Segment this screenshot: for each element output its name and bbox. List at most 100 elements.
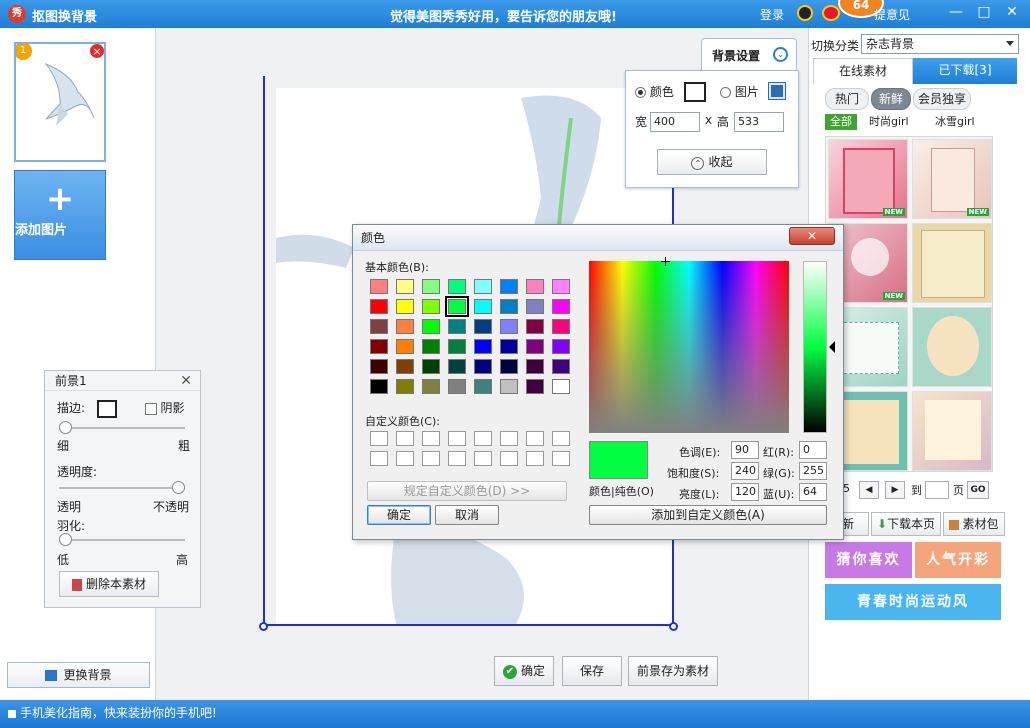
download-page-button[interactable]: ⬇下载本页 [871,512,941,536]
material-thumbnail[interactable] [912,391,992,471]
resize-handle-bottom-right[interactable] [669,622,678,631]
collapse-button[interactable]: ⌃ 收起 [657,149,767,175]
blue-input[interactable]: 64 [799,483,827,501]
weibo-icon[interactable] [822,5,840,21]
prev-page-button[interactable]: ◀ [859,481,879,499]
custom-color-swatch[interactable] [396,431,414,446]
page-input[interactable] [925,481,949,499]
basic-color-swatch[interactable] [526,299,544,314]
login-link[interactable]: 登录 [760,6,784,23]
basic-color-swatch[interactable] [500,299,518,314]
basic-color-swatch[interactable] [474,379,492,394]
tab-online-materials[interactable]: 在线素材 [813,58,913,84]
tag-ice-girl[interactable]: 冰雪girl [935,114,975,130]
qq-icon[interactable] [797,5,813,21]
image-radio[interactable] [720,87,731,98]
basic-color-swatch[interactable] [474,299,492,314]
subtab-vip[interactable]: 会员独享 [913,88,971,110]
luminance-arrow-icon[interactable] [829,341,835,353]
basic-color-swatch[interactable] [448,359,466,374]
opacity-slider-knob[interactable] [172,481,185,494]
custom-color-swatch[interactable] [500,431,518,446]
material-thumbnail[interactable]: NEW [912,139,992,219]
tag-fashion-girl[interactable]: 时尚girl [869,114,909,130]
color-spectrum-picker[interactable] [589,261,789,433]
basic-color-swatch[interactable] [448,379,466,394]
basic-color-swatch[interactable] [396,379,414,394]
feather-slider-knob[interactable] [59,533,72,546]
feedback-link[interactable]: 提意见 [874,6,910,23]
basic-color-swatch[interactable] [422,339,440,354]
custom-color-swatch[interactable] [474,431,492,446]
subtab-hot[interactable]: 热门 [825,88,869,110]
chevron-down-icon[interactable]: ⌄ [773,47,788,62]
basic-color-swatch[interactable] [526,319,544,334]
basic-color-swatch[interactable] [500,319,518,334]
basic-color-swatch[interactable] [396,319,414,334]
add-to-custom-colors-button[interactable]: 添加到自定义颜色(A) [589,505,827,525]
basic-color-swatch[interactable] [474,359,492,374]
maximize-button[interactable]: □ [976,5,992,21]
close-icon[interactable]: ✕ [180,373,192,389]
basic-color-swatch[interactable] [526,279,544,294]
foreground-thumbnail[interactable]: 1 × [14,42,106,162]
basic-color-swatch[interactable] [422,379,440,394]
basic-color-swatch[interactable] [396,299,414,314]
basic-color-swatch[interactable] [500,359,518,374]
custom-color-swatch[interactable] [396,451,414,466]
custom-color-swatch[interactable] [526,431,544,446]
feather-slider[interactable] [59,533,185,546]
shadow-checkbox[interactable] [144,402,157,415]
material-thumbnail[interactable] [912,307,992,387]
custom-color-swatch[interactable] [370,431,388,446]
basic-color-swatch[interactable] [500,339,518,354]
category-select[interactable]: 杂志背景 [861,34,1019,54]
promo-youth-sports[interactable]: 青春时尚运动风 [825,584,1001,620]
basic-color-swatch[interactable] [396,339,414,354]
height-input[interactable]: 533 [734,112,784,132]
basic-color-swatch[interactable] [552,379,570,394]
basic-color-swatch[interactable] [552,279,570,294]
custom-color-swatch[interactable] [500,451,518,466]
crosshair-icon[interactable] [661,257,670,266]
hue-input[interactable]: 90 [731,441,759,459]
basic-color-swatch[interactable] [552,299,570,314]
saturation-input[interactable]: 240 [731,462,759,480]
basic-color-swatch[interactable] [370,379,388,394]
ok-button[interactable]: ✔ 确定 [494,656,554,686]
stroke-color-swatch[interactable] [96,399,117,418]
custom-color-swatch[interactable] [448,451,466,466]
basic-color-swatch[interactable] [370,339,388,354]
basic-color-swatch[interactable] [370,359,388,374]
basic-color-swatch[interactable] [370,319,388,334]
basic-color-swatch[interactable] [500,379,518,394]
custom-color-swatch[interactable] [552,451,570,466]
width-input[interactable]: 400 [650,112,700,132]
dialog-cancel-button[interactable]: 取消 [435,505,499,525]
background-color-swatch[interactable] [684,82,706,102]
background-settings-tab[interactable]: 背景设置 ⌄ [701,38,797,72]
basic-color-swatch[interactable] [422,279,440,294]
dialog-ok-button[interactable]: 确定 [367,505,431,525]
dialog-close-button[interactable]: ✕ [789,227,835,245]
stroke-slider[interactable] [59,421,185,434]
basic-color-swatch[interactable] [474,339,492,354]
basic-color-swatch[interactable] [500,279,518,294]
basic-color-swatch[interactable] [422,359,440,374]
promo-popular[interactable]: 人气开彩 [915,542,1001,578]
custom-color-swatch[interactable] [474,451,492,466]
material-pack-button[interactable]: 素材包 [943,512,1005,536]
basic-color-swatch[interactable] [396,279,414,294]
save-button[interactable]: 保存 [562,656,622,686]
minimize-button[interactable]: — [948,5,964,21]
basic-color-swatch[interactable] [448,279,466,294]
basic-color-swatch[interactable] [422,299,440,314]
custom-color-swatch[interactable] [552,431,570,446]
color-radio-row[interactable]: 颜色 [635,83,674,100]
basic-color-swatch[interactable] [448,339,466,354]
material-thumbnail[interactable] [912,223,992,303]
basic-color-swatch[interactable] [526,379,544,394]
opacity-slider[interactable] [59,481,185,494]
add-image-button[interactable]: + 添加图片 [14,170,106,260]
basic-color-swatch[interactable] [370,299,388,314]
